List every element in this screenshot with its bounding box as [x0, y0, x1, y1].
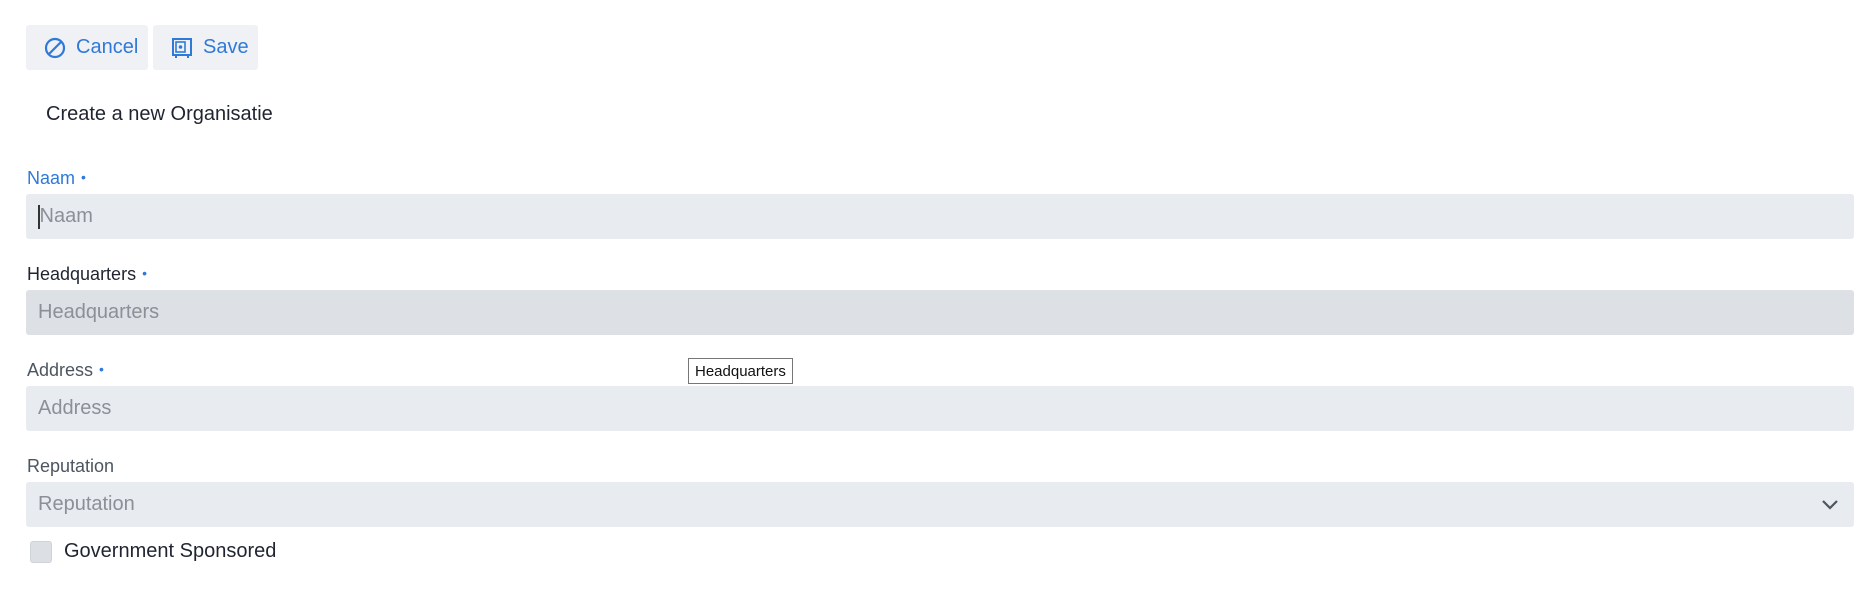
save-button[interactable]: Save: [153, 25, 258, 70]
reputation-placeholder: Reputation: [38, 493, 135, 515]
headquarters-label: Headquarters •: [27, 264, 147, 284]
government-sponsored-label: Government Sponsored: [64, 540, 277, 562]
reputation-select[interactable]: Reputation: [26, 482, 1854, 527]
required-marker: •: [142, 265, 147, 281]
save-button-label: Save: [203, 36, 249, 58]
headquarters-input[interactable]: Headquarters: [26, 290, 1854, 335]
reputation-label: Reputation: [27, 456, 115, 476]
government-sponsored-checkbox[interactable]: [30, 540, 52, 563]
cancel-button-label: Cancel: [76, 36, 139, 58]
chevron-down-icon: [1820, 494, 1840, 520]
headquarters-placeholder: Headquarters: [38, 301, 160, 323]
save-icon: [171, 37, 193, 59]
naam-input[interactable]: Naam: [26, 194, 1854, 239]
toolbar: Cancel Save: [26, 25, 258, 70]
required-marker: •: [81, 169, 86, 185]
naam-label: Naam •: [27, 168, 86, 188]
address-label: Address •: [27, 360, 104, 380]
form-title: Create a new Organisatie: [46, 103, 273, 125]
naam-placeholder: Naam: [39, 205, 93, 227]
address-placeholder: Address: [38, 397, 112, 419]
required-marker: •: [99, 361, 104, 377]
address-input[interactable]: Address: [26, 386, 1854, 431]
cancel-button[interactable]: Cancel: [26, 25, 148, 70]
tooltip: Headquarters: [688, 358, 793, 384]
organisatie-create-page: Cancel Save Create a new Organisatie Naa…: [0, 0, 1874, 589]
prohibit-icon: [44, 37, 66, 59]
government-sponsored-row: Government Sponsored: [30, 540, 276, 563]
